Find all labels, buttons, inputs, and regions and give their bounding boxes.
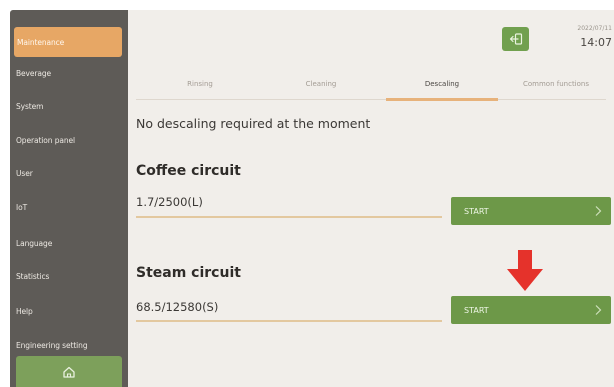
coffee-circuit-title: Coffee circuit bbox=[136, 163, 241, 179]
tab-active-indicator bbox=[386, 98, 498, 101]
coffee-circuit-start-button[interactable]: START bbox=[451, 197, 611, 225]
exit-button[interactable] bbox=[502, 27, 529, 51]
date-display: 2022/07/11 bbox=[577, 25, 612, 32]
sidebar-item-operation-panel[interactable]: Operation panel bbox=[10, 125, 128, 155]
steam-circuit-title: Steam circuit bbox=[136, 265, 241, 281]
tab-cleaning[interactable]: Cleaning bbox=[265, 67, 377, 100]
steam-circuit-counter: 68.5/12580(S) bbox=[136, 300, 219, 314]
home-icon bbox=[63, 366, 75, 378]
sidebar-item-beverage[interactable]: Beverage bbox=[10, 58, 128, 88]
home-button[interactable] bbox=[16, 356, 122, 387]
sidebar: Maintenance Beverage System Operation pa… bbox=[10, 10, 128, 387]
descaling-status-message: No descaling required at the moment bbox=[136, 116, 371, 131]
tab-rinsing[interactable]: Rinsing bbox=[144, 67, 256, 100]
sidebar-item-help[interactable]: Help bbox=[10, 296, 128, 326]
steam-circuit-divider bbox=[136, 320, 442, 322]
time-display: 14:07 bbox=[580, 36, 612, 49]
sidebar-item-iot[interactable]: IoT bbox=[10, 192, 128, 222]
start-button-label: START bbox=[464, 206, 489, 216]
chevron-right-icon bbox=[595, 305, 602, 315]
tab-common-functions[interactable]: Common functions bbox=[500, 67, 612, 100]
arrow-down-icon bbox=[507, 250, 543, 291]
tab-divider bbox=[136, 99, 606, 100]
start-button-label: START bbox=[464, 305, 489, 315]
tab-descaling[interactable]: Descaling bbox=[386, 67, 498, 100]
sidebar-item-user[interactable]: User bbox=[10, 158, 128, 188]
exit-icon bbox=[509, 33, 522, 45]
sidebar-item-maintenance[interactable]: Maintenance bbox=[14, 27, 122, 57]
screen: Maintenance Beverage System Operation pa… bbox=[10, 10, 614, 387]
coffee-circuit-counter: 1.7/2500(L) bbox=[136, 195, 203, 209]
sidebar-item-system[interactable]: System bbox=[10, 91, 128, 121]
sidebar-item-language[interactable]: Language bbox=[10, 228, 128, 258]
device-frame: Maintenance Beverage System Operation pa… bbox=[0, 0, 614, 387]
coffee-circuit-divider bbox=[136, 216, 442, 218]
sidebar-item-statistics[interactable]: Statistics bbox=[10, 261, 128, 291]
steam-circuit-start-button[interactable]: START bbox=[451, 296, 611, 324]
chevron-right-icon bbox=[595, 206, 602, 216]
